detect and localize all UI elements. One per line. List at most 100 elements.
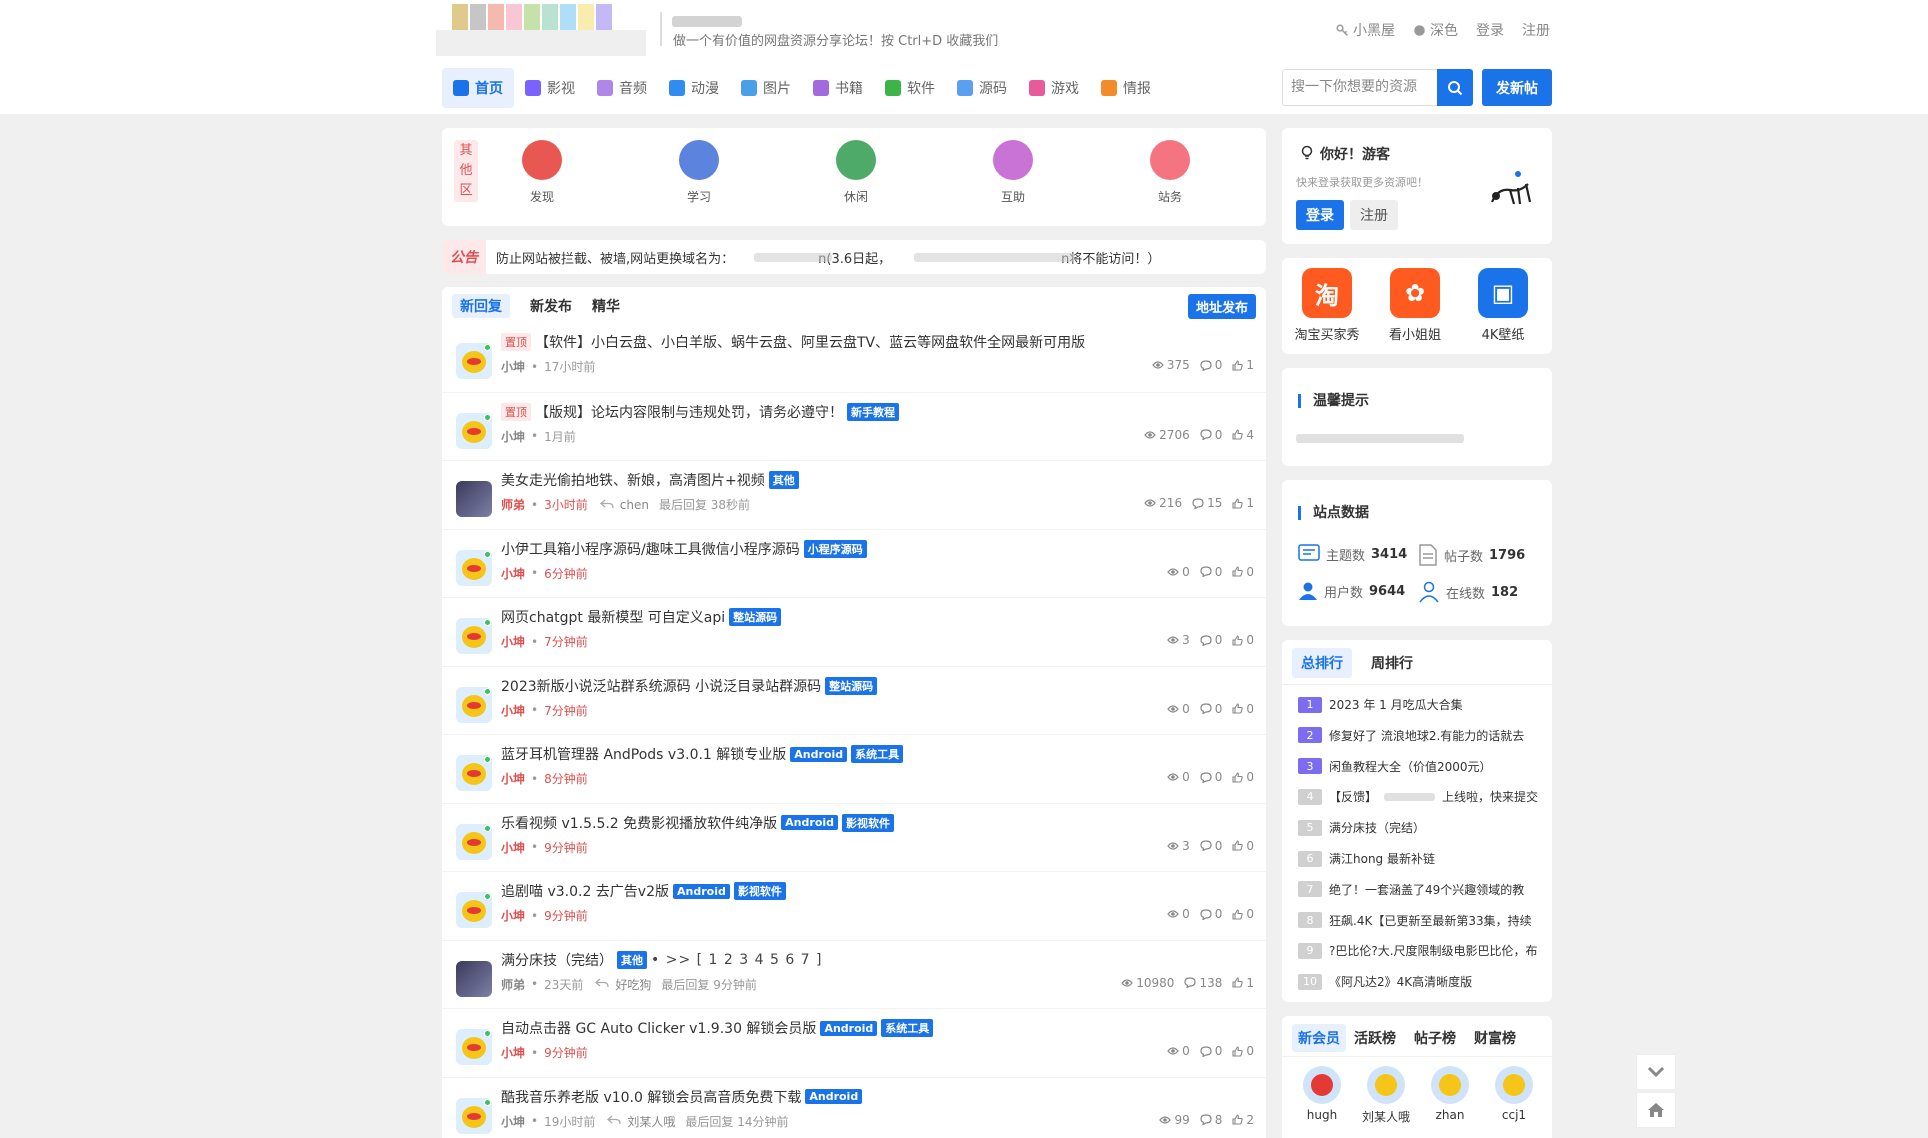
tab-weekly-rank[interactable]: 周排行 <box>1371 653 1413 673</box>
avatar[interactable] <box>456 481 492 517</box>
nav-item-6[interactable]: 软件 <box>874 68 946 108</box>
nav-item-5[interactable]: 书籍 <box>802 68 874 108</box>
avatar[interactable] <box>456 412 492 449</box>
avatar[interactable] <box>456 823 492 860</box>
thread-row[interactable]: 2023新版小说泛站群系统源码 小说泛目录站群源码 整站源码 小坤 • 7分钟前 0 0 0 <box>442 665 1266 734</box>
nav-item-7[interactable]: 源码 <box>946 68 1018 108</box>
thread-tag[interactable]: Android <box>673 883 730 899</box>
member-item[interactable]: hugh <box>1292 1066 1352 1122</box>
thread-title[interactable]: 乐看视频 v1.5.5.2 免费影视播放软件纯净版 <box>501 813 777 833</box>
thread-title[interactable]: 2023新版小说泛站群系统源码 小说泛目录站群源码 <box>501 676 821 696</box>
member-tab-3[interactable]: 财富榜 <box>1474 1028 1516 1048</box>
thread-row[interactable]: 置顶 【版规】论坛内容限制与违规处罚，请务必遵守！ 新手教程 小坤 • 1月前 2706 0 4 <box>442 391 1266 460</box>
sidebar-login-button[interactable]: 登录 <box>1296 200 1344 230</box>
thread-title[interactable]: 追剧喵 v3.0.2 去广告v2版 <box>501 881 669 901</box>
thread-tag[interactable]: 影视软件 <box>733 882 786 900</box>
login-link[interactable]: 登录 <box>1476 20 1504 40</box>
author-name[interactable]: 小坤 <box>501 839 525 856</box>
thread-title-line[interactable]: 蓝牙耳机管理器 AndPods v3.0.1 解锁专业版 Android 系统工具 <box>501 744 904 764</box>
category-2[interactable]: 休闲 <box>816 140 896 205</box>
thread-tag[interactable]: Android <box>781 815 839 830</box>
avatar[interactable] <box>456 618 492 654</box>
scroll-down-button[interactable] <box>1636 1054 1676 1090</box>
thread-row[interactable]: 置顶 【软件】小白云盘、小白羊版、蜗牛云盘、阿里云盘TV、蓝云等网盘软件全网最新可… <box>442 323 1266 391</box>
thread-tag[interactable]: 其他 <box>768 471 799 489</box>
thread-tag[interactable]: Android <box>805 1089 863 1104</box>
member-item[interactable]: ccj1 <box>1484 1066 1544 1122</box>
member-item[interactable]: zhan <box>1420 1066 1480 1122</box>
author-name[interactable]: 小坤 <box>501 702 525 719</box>
tab-new-replies[interactable]: 新回复 <box>452 294 510 318</box>
thread-tag[interactable]: 影视软件 <box>842 813 895 832</box>
thread-tag[interactable]: 整站源码 <box>825 676 878 695</box>
thread-title-line[interactable]: 置顶 【版规】论坛内容限制与违规处罚，请务必遵守！ 新手教程 <box>501 402 899 422</box>
thread-row[interactable]: 美女走光偷拍地铁、新娘，高清图片+视频 其他 师弟 • 3小时前 chen 最后回复 38秒… <box>442 460 1266 528</box>
avatar[interactable] <box>456 755 492 791</box>
tab-featured[interactable]: 精华 <box>592 296 620 316</box>
author-name[interactable]: 师弟 <box>501 976 525 993</box>
avatar[interactable] <box>456 686 492 723</box>
rank-item[interactable]: 2 修复好了 流浪地球2.有能力的话就去 <box>1298 727 1538 744</box>
thread-row[interactable]: 满分床技（完结） 其他 • >> [ 1 2 3 4 5 6 7 ] 师弟 • 23天前好… <box>442 939 1266 1008</box>
author-name[interactable]: 小坤 <box>501 1044 525 1061</box>
author-name[interactable]: 小坤 <box>501 428 525 445</box>
category-3[interactable]: 互助 <box>973 140 1053 205</box>
thread-title-line[interactable]: 自动点击器 GC Auto Clicker v1.9.30 解锁会员版 Andro… <box>501 1018 934 1038</box>
thread-tag[interactable]: Android <box>820 1020 878 1036</box>
rank-item[interactable]: 3 闲鱼教程大全（价值2000元） <box>1298 758 1538 775</box>
avatar[interactable] <box>456 1097 492 1134</box>
thread-title[interactable]: 美女走光偷拍地铁、新娘，高清图片+视频 <box>501 470 765 490</box>
nav-item-0[interactable]: 首页 <box>442 68 514 108</box>
address-publish-button[interactable]: 地址发布 <box>1187 294 1256 319</box>
member-item[interactable]: 刘某人哦 <box>1356 1066 1416 1125</box>
register-link[interactable]: 注册 <box>1522 20 1550 40</box>
nav-item-2[interactable]: 音频 <box>586 68 658 108</box>
thread-title[interactable]: 自动点击器 GC Auto Clicker v1.9.30 解锁会员版 <box>501 1018 816 1038</box>
nav-item-1[interactable]: 影视 <box>514 68 586 108</box>
thread-row[interactable]: 乐看视频 v1.5.5.2 免费影视播放软件纯净版 Android 影视软件 小坤 • 9… <box>442 802 1266 871</box>
site-logo[interactable] <box>436 4 646 60</box>
thread-title-line[interactable]: 酷我音乐养老版 v10.0 解锁会员高音质免费下载 Android <box>501 1087 863 1107</box>
author-name[interactable]: 小坤 <box>501 1113 525 1130</box>
avatar[interactable] <box>456 960 492 997</box>
thread-title-line[interactable]: 美女走光偷拍地铁、新娘，高清图片+视频 其他 <box>501 470 799 490</box>
nav-item-3[interactable]: 动漫 <box>658 68 730 108</box>
search-input[interactable]: 搜一下你想要的资源 <box>1282 69 1438 106</box>
thread-row[interactable]: 网页chatgpt 最新模型 可自定义api 整站源码 小坤 • 7分钟前 3 0 0 <box>442 597 1266 665</box>
thread-tag[interactable]: 新手教程 <box>847 402 899 421</box>
thread-title-line[interactable]: 2023新版小说泛站群系统源码 小说泛目录站群源码 整站源码 <box>501 676 878 696</box>
thread-title[interactable]: 小伊工具箱小程序源码/趣味工具微信小程序源码 <box>501 539 800 559</box>
thread-tag[interactable]: 整站源码 <box>729 608 782 626</box>
rank-item[interactable]: 5 满分床技（完结） <box>1298 819 1538 836</box>
rank-item[interactable]: 6 满江hong 最新补链 <box>1298 850 1538 867</box>
member-tab-0[interactable]: 新会员 <box>1292 1024 1346 1052</box>
thread-title[interactable]: 蓝牙耳机管理器 AndPods v3.0.1 解锁专业版 <box>501 744 786 764</box>
avatar[interactable] <box>456 549 492 586</box>
dark-mode-toggle[interactable]: 深色 <box>1413 20 1458 40</box>
thread-tag[interactable]: 其他 <box>617 950 647 969</box>
sidebar-register-button[interactable]: 注册 <box>1350 200 1398 230</box>
category-4[interactable]: 站务 <box>1130 140 1210 205</box>
app-shortcut-0[interactable]: 淘淘宝买家秀 <box>1287 268 1367 343</box>
thread-title[interactable]: 【版规】论坛内容限制与违规处罚，请务必遵守！ <box>535 402 843 422</box>
app-shortcut-2[interactable]: ▣ 4K壁纸 <box>1463 268 1543 343</box>
member-tab-2[interactable]: 帖子榜 <box>1414 1028 1456 1048</box>
thread-tag[interactable]: Android <box>790 746 848 762</box>
thread-row[interactable]: 小伊工具箱小程序源码/趣味工具微信小程序源码 小程序源码 小坤 • 6分钟前 0 0 0 <box>442 528 1266 597</box>
member-tab-1[interactable]: 活跃榜 <box>1354 1028 1396 1048</box>
thread-title[interactable]: 网页chatgpt 最新模型 可自定义api <box>501 607 725 627</box>
thread-title-line[interactable]: 追剧喵 v3.0.2 去广告v2版 Android 影视软件 <box>501 881 786 901</box>
rank-item[interactable]: 4 【反馈】 上线啦，快来提交 <box>1298 788 1538 805</box>
thread-title-line[interactable]: 网页chatgpt 最新模型 可自定义api 整站源码 <box>501 607 782 627</box>
category-0[interactable]: 发现 <box>502 140 582 205</box>
rank-item[interactable]: 9 ?巴比伦?大.尺度限制级电影巴比伦，布 <box>1298 942 1538 959</box>
category-1[interactable]: 学习 <box>659 140 739 205</box>
rank-item[interactable]: 8 狂飙.4K【已更新至最新第33集，持续 <box>1298 912 1538 929</box>
thread-title[interactable]: 【软件】小白云盘、小白羊版、蜗牛云盘、阿里云盘TV、蓝云等网盘软件全网最新可用版 <box>535 332 1085 352</box>
author-name[interactable]: 小坤 <box>501 633 525 650</box>
last-replier[interactable]: 好吃狗 <box>615 976 651 993</box>
app-shortcut-1[interactable]: ✿ 看小姐姐 <box>1375 268 1455 343</box>
new-post-button[interactable]: 发新帖 <box>1482 69 1552 106</box>
thread-row[interactable]: 酷我音乐养老版 v10.0 解锁会员高音质免费下载 Android 小坤 • 19小时前… <box>442 1076 1266 1138</box>
tab-total-rank[interactable]: 总排行 <box>1292 648 1352 678</box>
